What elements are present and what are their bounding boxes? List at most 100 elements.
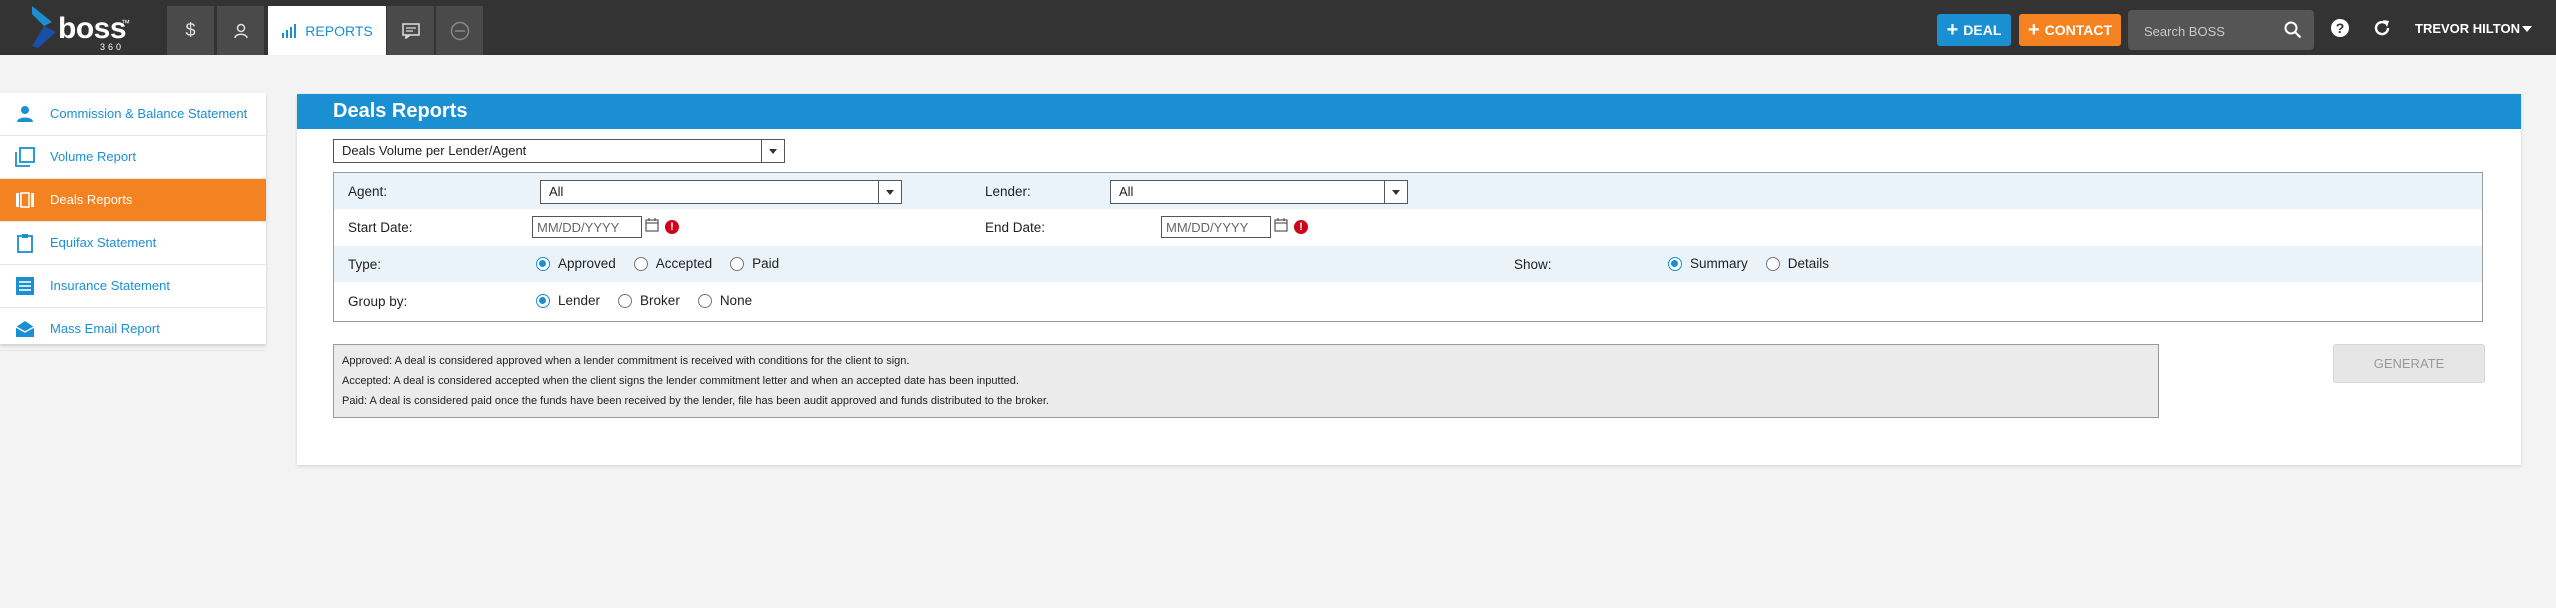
radio-dot[interactable] — [633, 256, 648, 271]
generate-button[interactable]: GENERATE — [2333, 344, 2485, 383]
user-menu[interactable]: TREVOR HILTON — [2415, 21, 2520, 36]
sidebar-item-label: Deals Reports — [50, 192, 133, 207]
deal-button-label: DEAL — [1963, 22, 2002, 38]
radio-label: Accepted — [655, 256, 713, 271]
refresh-icon[interactable] — [2372, 18, 2392, 38]
icon-wrap — [0, 147, 50, 167]
radio-label: None — [719, 293, 753, 308]
chevron-down-icon[interactable] — [761, 140, 784, 162]
nav-tab-messages[interactable] — [387, 6, 434, 55]
group-radio-none[interactable]: None — [697, 293, 753, 308]
radio-dot[interactable] — [730, 256, 745, 271]
filter-row-group-by: Group by: Lender Broker None — [334, 283, 2482, 319]
radio-label: Lender — [558, 293, 601, 308]
person-icon — [17, 106, 33, 122]
sidebar-item-equifax-statement[interactable]: Equifax Statement — [0, 222, 266, 265]
note-approved: Approved: A deal is considered approved … — [342, 355, 910, 367]
clipboard-icon — [17, 234, 33, 253]
nav-tab-commissions[interactable]: $ — [167, 6, 214, 55]
nav-tab-contacts[interactable] — [217, 6, 264, 55]
radio-dot[interactable] — [1668, 256, 1682, 271]
radio-dot[interactable] — [536, 256, 550, 271]
sidebar-item-label: Mass Email Report — [50, 321, 160, 336]
start-date-input[interactable] — [532, 216, 642, 238]
sidebar-item-label: Equifax Statement — [50, 235, 157, 250]
sidebar-item-label: Insurance Statement — [50, 278, 170, 293]
filters-box: Agent: All Lender: All Start Date: MM/DD… — [333, 172, 2483, 322]
agent-label: Agent: — [348, 184, 388, 199]
new-contact-button[interactable]: + CONTACT — [2019, 14, 2121, 46]
chat-icon — [401, 22, 420, 39]
group-radio-lender[interactable]: Lender — [536, 293, 600, 308]
lender-value: All — [1119, 184, 1134, 199]
sidebar-item-label: Volume Report — [50, 149, 136, 164]
icon-wrap — [0, 192, 50, 208]
envelope-open-icon — [15, 321, 35, 337]
report-type-select[interactable]: Deals Volume per Lender/Agent — [333, 139, 785, 163]
sidebar-item-volume-report[interactable]: Volume Report — [0, 136, 266, 179]
sidebar-item-insurance-statement[interactable]: Insurance Statement — [0, 265, 266, 308]
lender-select[interactable]: All — [1110, 180, 1408, 204]
type-radio-accepted[interactable]: Accepted — [633, 256, 713, 271]
nav-tab-more[interactable] — [436, 6, 483, 55]
sidebar-item-deals-reports[interactable]: Deals Reports — [0, 179, 266, 222]
calendar-icon[interactable] — [1274, 218, 1288, 232]
search-input[interactable] — [2128, 10, 2286, 52]
nav-tab-reports[interactable]: REPORTS — [268, 6, 386, 55]
chevron-down-icon[interactable] — [2522, 26, 2532, 32]
help-icon[interactable]: ? — [2330, 18, 2350, 38]
sidebar-item-commission-balance[interactable]: Commission & Balance Statement — [0, 93, 266, 136]
group-radio-broker[interactable]: Broker — [618, 293, 680, 308]
plus-icon: + — [2027, 19, 2040, 41]
error-icon: ! — [665, 220, 679, 234]
reports-sidebar: Commission & Balance Statement Volume Re… — [0, 93, 266, 351]
start-date-label: Start Date: — [348, 220, 413, 235]
icon-wrap — [0, 320, 50, 338]
end-date-input[interactable] — [1161, 216, 1271, 238]
logo-trademark: ™ — [121, 18, 130, 28]
radio-dot[interactable] — [697, 293, 712, 308]
page-title: Deals Reports — [297, 94, 2521, 129]
note-accepted: Accepted: A deal is considered accepted … — [342, 375, 1019, 387]
sidebar-item-mass-email-report[interactable]: Mass Email Report — [0, 308, 266, 351]
group-by-label: Group by: — [348, 294, 408, 309]
dollar-icon: $ — [185, 20, 196, 40]
group-radio-group: Lender Broker None — [536, 293, 770, 308]
chevron-down-icon[interactable] — [878, 181, 901, 203]
show-radio-summary[interactable]: Summary — [1668, 256, 1748, 271]
agent-value: All — [549, 184, 564, 199]
new-deal-button[interactable]: + DEAL — [1937, 14, 2011, 46]
boss-logo[interactable]: boss ™ 360 — [30, 4, 140, 52]
agent-select[interactable]: All — [540, 180, 902, 204]
filter-row-type-show: Type: Approved Accepted Paid Show: Summa… — [334, 246, 2482, 282]
nav-tab-reports-label: REPORTS — [305, 22, 373, 39]
show-radio-details[interactable]: Details — [1765, 256, 1829, 271]
svg-text:?: ? — [2336, 20, 2345, 36]
radio-dot[interactable] — [1765, 256, 1780, 271]
icon-wrap — [0, 233, 50, 253]
end-date-label: End Date: — [985, 220, 1046, 235]
type-radio-paid[interactable]: Paid — [730, 256, 779, 271]
type-label: Type: — [348, 257, 382, 272]
boss-logo-mark-icon — [32, 6, 56, 48]
radio-dot[interactable] — [536, 293, 550, 308]
search-icon[interactable] — [2284, 21, 2302, 39]
icon-wrap — [0, 277, 50, 295]
error-icon: ! — [1294, 220, 1308, 234]
filter-row-agent-lender: Agent: All Lender: All — [334, 173, 2482, 209]
show-radio-group: Summary Details — [1668, 256, 1847, 271]
radio-label: Approved — [558, 256, 616, 271]
bar-chart-icon — [282, 23, 297, 38]
type-radio-approved[interactable]: Approved — [536, 256, 616, 271]
calendar-icon[interactable] — [645, 218, 659, 232]
columns-icon — [16, 192, 34, 208]
more-circle-icon — [450, 21, 469, 40]
report-type-value: Deals Volume per Lender/Agent — [342, 143, 527, 158]
plus-icon: + — [1946, 19, 1959, 41]
radio-dot[interactable] — [618, 293, 633, 308]
logo-subtext: 360 — [100, 42, 125, 52]
logo-text: boss — [58, 12, 127, 45]
chevron-down-icon[interactable] — [1384, 181, 1407, 203]
type-radio-group: Approved Accepted Paid — [536, 256, 797, 271]
top-navbar: boss ™ 360 $ REPORTS + DEAL + CONTACT Se… — [0, 0, 2556, 55]
